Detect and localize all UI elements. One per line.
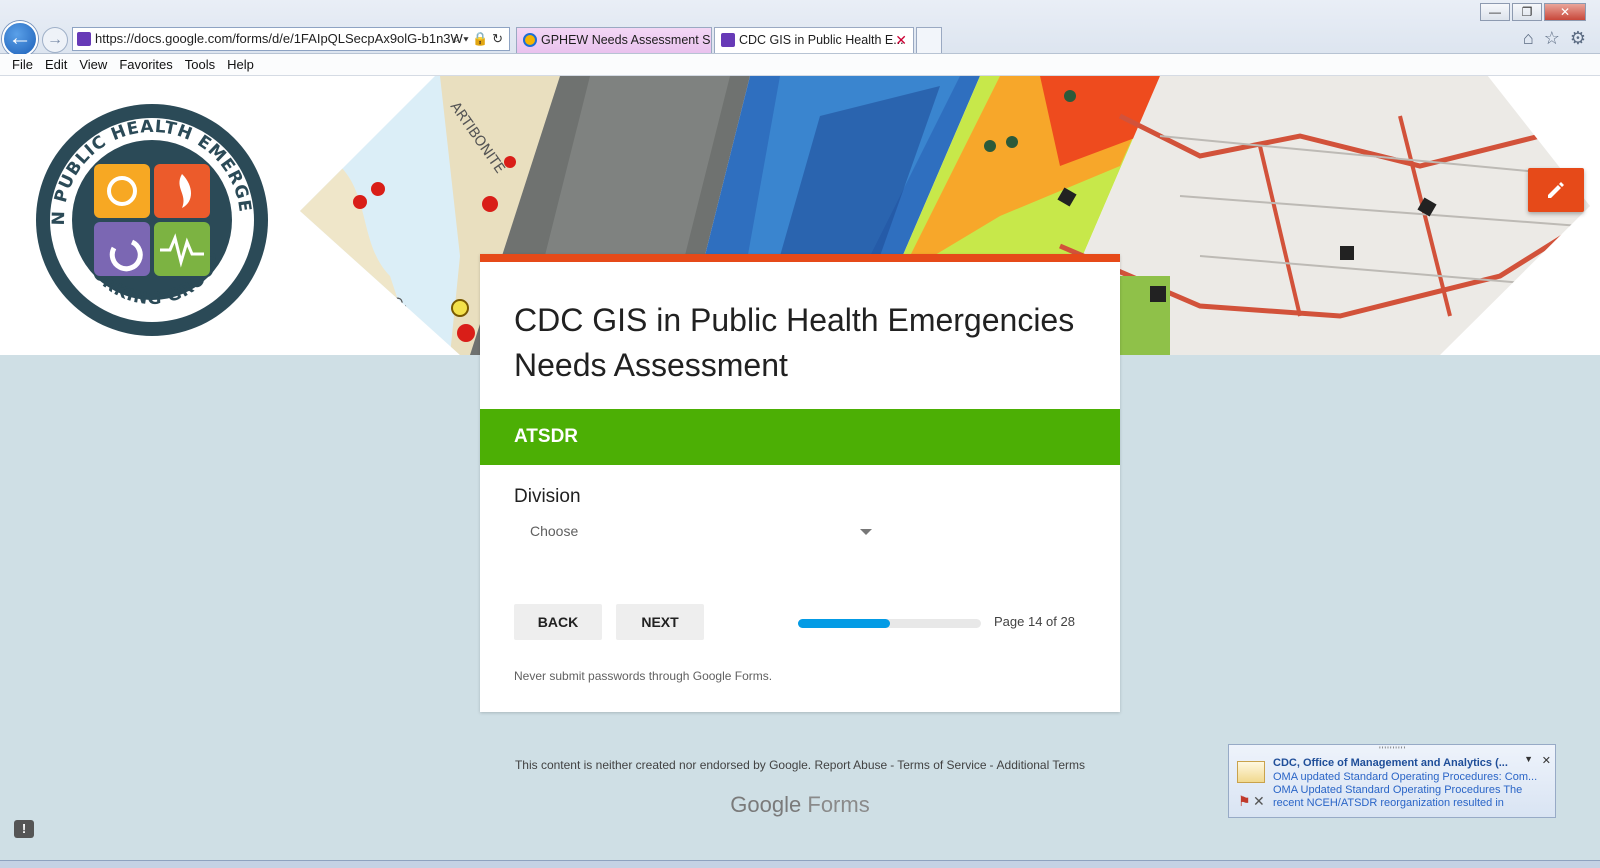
dropdown-value: Choose xyxy=(530,523,579,539)
page-indicator: Page 14 of 28 xyxy=(994,614,1075,629)
report-abuse-link[interactable]: Report Abuse xyxy=(814,758,887,772)
card-accent-bar xyxy=(480,254,1120,262)
tab-label: CDC GIS in Public Health E... xyxy=(739,33,904,47)
progress-bar xyxy=(798,619,981,628)
envelope-icon xyxy=(1237,761,1265,783)
section-header: ATSDR xyxy=(480,409,1120,465)
notification-close-icon[interactable]: ✕ xyxy=(1542,754,1551,767)
window-controls: — ❐ ✕ xyxy=(1480,3,1586,21)
menu-tools[interactable]: Tools xyxy=(179,54,221,75)
close-window-button[interactable]: ✕ xyxy=(1544,3,1586,21)
pencil-icon xyxy=(1548,182,1564,198)
forms-favicon-icon xyxy=(77,32,91,46)
password-warning: Never submit passwords through Google Fo… xyxy=(514,669,773,683)
close-tab-icon[interactable]: ✕ xyxy=(895,28,907,52)
forward-arrow-icon[interactable]: → xyxy=(42,27,68,53)
address-bar[interactable]: https://docs.google.com/forms/d/e/1FAIpQ… xyxy=(72,27,510,51)
notification-line-2: OMA Updated Standard Operating Procedure… xyxy=(1273,784,1523,796)
tab-gphew-needs-assessment[interactable]: GPHEW Needs Assessment Su... xyxy=(516,27,712,53)
delete-icon[interactable]: ✕ xyxy=(1253,793,1265,810)
forms-favicon-icon xyxy=(721,33,735,47)
menu-favorites[interactable]: Favorites xyxy=(113,54,178,75)
mail-notification[interactable]: '''''''''' ⚑ ✕ CDC, Office of Management… xyxy=(1228,744,1556,818)
chevron-down-icon xyxy=(860,529,872,535)
report-problem-icon[interactable]: ! xyxy=(14,820,34,838)
taskbar xyxy=(0,860,1600,868)
terms-link[interactable]: Terms of Service xyxy=(897,758,986,772)
menu-help[interactable]: Help xyxy=(221,54,260,75)
browser-tools: ⌂ ☆ ⚙ xyxy=(1523,28,1586,49)
menu-bar: File Edit View Favorites Tools Help xyxy=(0,54,1600,76)
notification-title[interactable]: CDC, Office of Management and Analytics … xyxy=(1273,757,1508,769)
tab-label: GPHEW Needs Assessment Su... xyxy=(541,33,712,47)
back-arrow-icon[interactable]: ← xyxy=(2,21,38,57)
brand-forms: Forms xyxy=(807,792,870,817)
menu-edit[interactable]: Edit xyxy=(39,54,73,75)
minimize-button[interactable]: — xyxy=(1480,3,1510,21)
new-tab-button[interactable] xyxy=(916,27,942,53)
home-icon[interactable]: ⌂ xyxy=(1523,28,1534,49)
gis-working-group-logo: GIS IN PUBLIC HEALTH EMERGENCIES WORKING… xyxy=(34,102,268,336)
menu-view[interactable]: View xyxy=(73,54,113,75)
form-title: CDC GIS in Public Health Emergencies Nee… xyxy=(514,302,1075,383)
address-controls[interactable]: ⌕ ▾ 🔒 ↻ xyxy=(452,28,503,50)
question-label: Division xyxy=(514,486,581,507)
ie-favicon-icon xyxy=(523,33,537,47)
flag-icon[interactable]: ⚑ xyxy=(1238,793,1251,810)
favorites-star-icon[interactable]: ☆ xyxy=(1544,28,1560,49)
tab-cdc-gis[interactable]: CDC GIS in Public Health E... ✕ xyxy=(714,27,914,53)
url-text: https://docs.google.com/forms/d/e/1FAIpQ… xyxy=(95,31,463,46)
back-button[interactable]: BACK xyxy=(514,604,602,640)
division-dropdown[interactable]: Choose xyxy=(514,516,874,546)
edit-button[interactable] xyxy=(1528,168,1584,212)
restore-button[interactable]: ❐ xyxy=(1512,3,1542,21)
brand-google: Google xyxy=(730,792,802,817)
notification-menu-icon[interactable]: ▼ xyxy=(1524,754,1533,764)
notification-line-3: recent NCEH/ATSDR reorganization resulte… xyxy=(1273,797,1504,809)
browser-chrome: ← → https://docs.google.com/forms/d/e/1F… xyxy=(0,0,1600,57)
disclaimer-text: This content is neither created nor endo… xyxy=(514,758,812,772)
next-button[interactable]: NEXT xyxy=(616,604,704,640)
gear-icon[interactable]: ⚙ xyxy=(1570,28,1586,49)
section-title: ATSDR xyxy=(514,426,579,447)
drag-grip-icon[interactable]: '''''''''' xyxy=(1379,745,1406,755)
progress-fill xyxy=(798,619,890,628)
form-card: CDC GIS in Public Health Emergencies Nee… xyxy=(480,254,1120,712)
menu-file[interactable]: File xyxy=(6,54,39,75)
additional-terms-link[interactable]: Additional Terms xyxy=(997,758,1086,772)
notification-line-1: OMA updated Standard Operating Procedure… xyxy=(1273,771,1538,783)
